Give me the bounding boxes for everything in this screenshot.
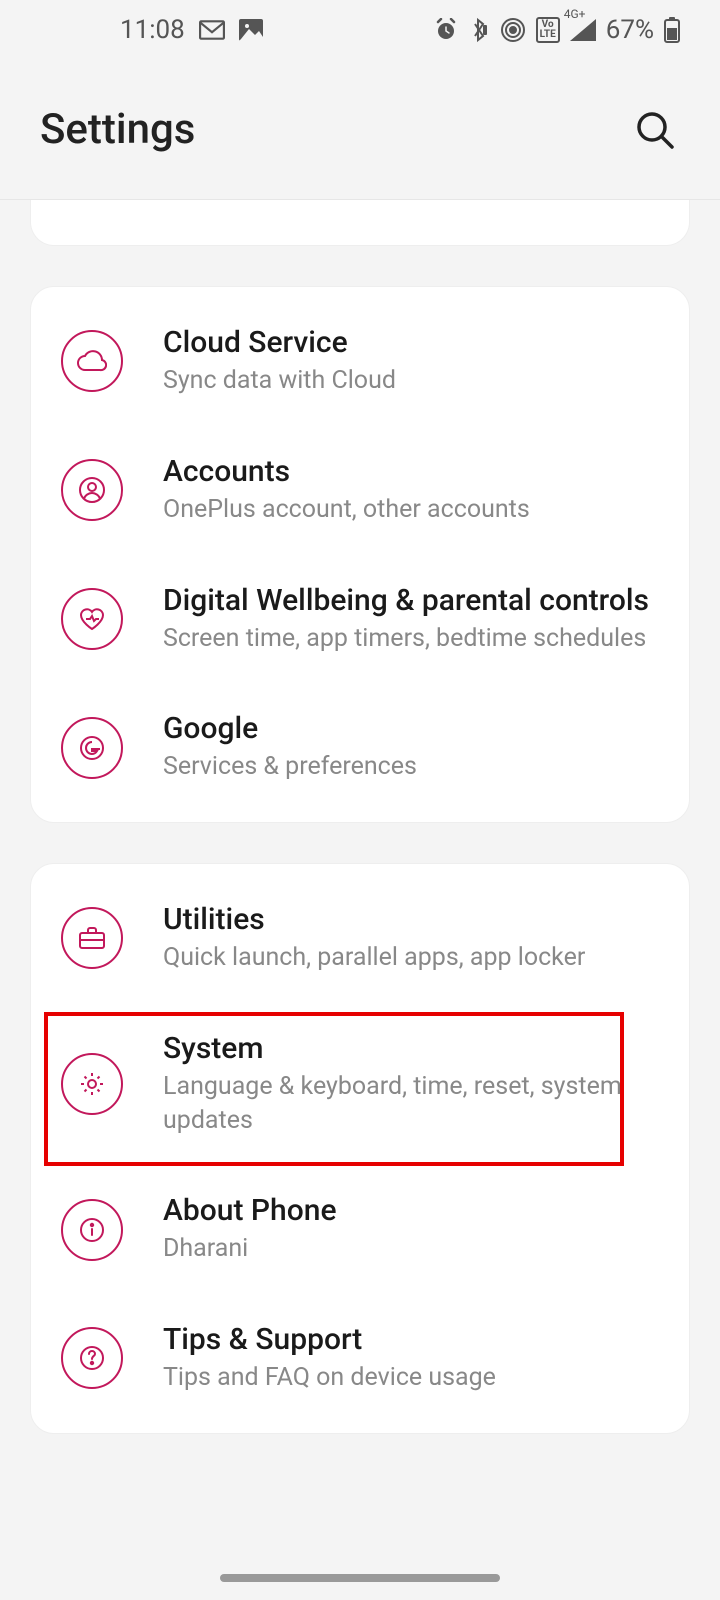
settings-group-accounts: Cloud Service Sync data with Cloud Accou… (30, 286, 690, 823)
row-subtitle: OnePlus account, other accounts (163, 493, 659, 527)
previous-group-card (30, 200, 690, 246)
page-title: Settings (40, 105, 195, 154)
alarm-icon (434, 18, 458, 42)
row-accounts[interactable]: Accounts OnePlus account, other accounts (31, 426, 689, 555)
row-utilities[interactable]: Utilities Quick launch, parallel apps, a… (31, 874, 689, 1003)
question-icon (61, 1327, 123, 1389)
header: Settings (0, 60, 720, 200)
briefcase-icon (61, 907, 123, 969)
row-subtitle: Language & keyboard, time, reset, system… (163, 1070, 659, 1138)
row-digital-wellbeing[interactable]: Digital Wellbeing & parental controls Sc… (31, 555, 689, 684)
hotspot-icon (500, 17, 526, 43)
battery-pct: 67% (606, 15, 654, 45)
status-bar: 11:08 VoLTE 4G+ 67% (0, 0, 720, 60)
settings-group-system: Utilities Quick launch, parallel apps, a… (30, 863, 690, 1434)
row-system[interactable]: System Language & keyboard, time, reset,… (31, 1003, 689, 1166)
cloud-icon (61, 330, 123, 392)
row-tips-support[interactable]: Tips & Support Tips and FAQ on device us… (31, 1294, 689, 1423)
status-left: 11:08 (120, 15, 263, 45)
row-title: Cloud Service (163, 325, 659, 360)
row-title: Utilities (163, 902, 659, 937)
signal-icon: 4G+ (570, 19, 596, 41)
row-subtitle: Screen time, app timers, bedtime schedul… (163, 622, 659, 656)
row-title: About Phone (163, 1193, 659, 1228)
gear-icon (61, 1053, 123, 1115)
photo-icon (239, 19, 263, 41)
row-subtitle: Tips and FAQ on device usage (163, 1361, 659, 1395)
row-title: Digital Wellbeing & parental controls (163, 583, 659, 618)
row-about-phone[interactable]: About Phone Dharani (31, 1165, 689, 1294)
row-google[interactable]: Google Services & preferences (31, 683, 689, 812)
row-subtitle: Dharani (163, 1232, 659, 1266)
battery-icon (664, 17, 680, 43)
row-title: Google (163, 711, 659, 746)
row-subtitle: Services & preferences (163, 750, 659, 784)
nav-handle[interactable] (220, 1574, 500, 1582)
row-subtitle: Quick launch, parallel apps, app locker (163, 941, 659, 975)
status-right: VoLTE 4G+ 67% (434, 15, 680, 45)
info-icon (61, 1199, 123, 1261)
row-cloud-service[interactable]: Cloud Service Sync data with Cloud (31, 297, 689, 426)
row-title: Tips & Support (163, 1322, 659, 1357)
row-title: System (163, 1031, 659, 1066)
gmail-icon (199, 20, 225, 40)
heart-icon (61, 588, 123, 650)
volte-icon: VoLTE (536, 17, 560, 43)
google-icon (61, 717, 123, 779)
search-icon (634, 109, 676, 151)
user-icon (61, 459, 123, 521)
search-button[interactable] (630, 105, 680, 155)
status-time: 11:08 (120, 15, 185, 45)
row-subtitle: Sync data with Cloud (163, 364, 659, 398)
row-title: Accounts (163, 454, 659, 489)
bluetooth-icon (468, 17, 490, 43)
